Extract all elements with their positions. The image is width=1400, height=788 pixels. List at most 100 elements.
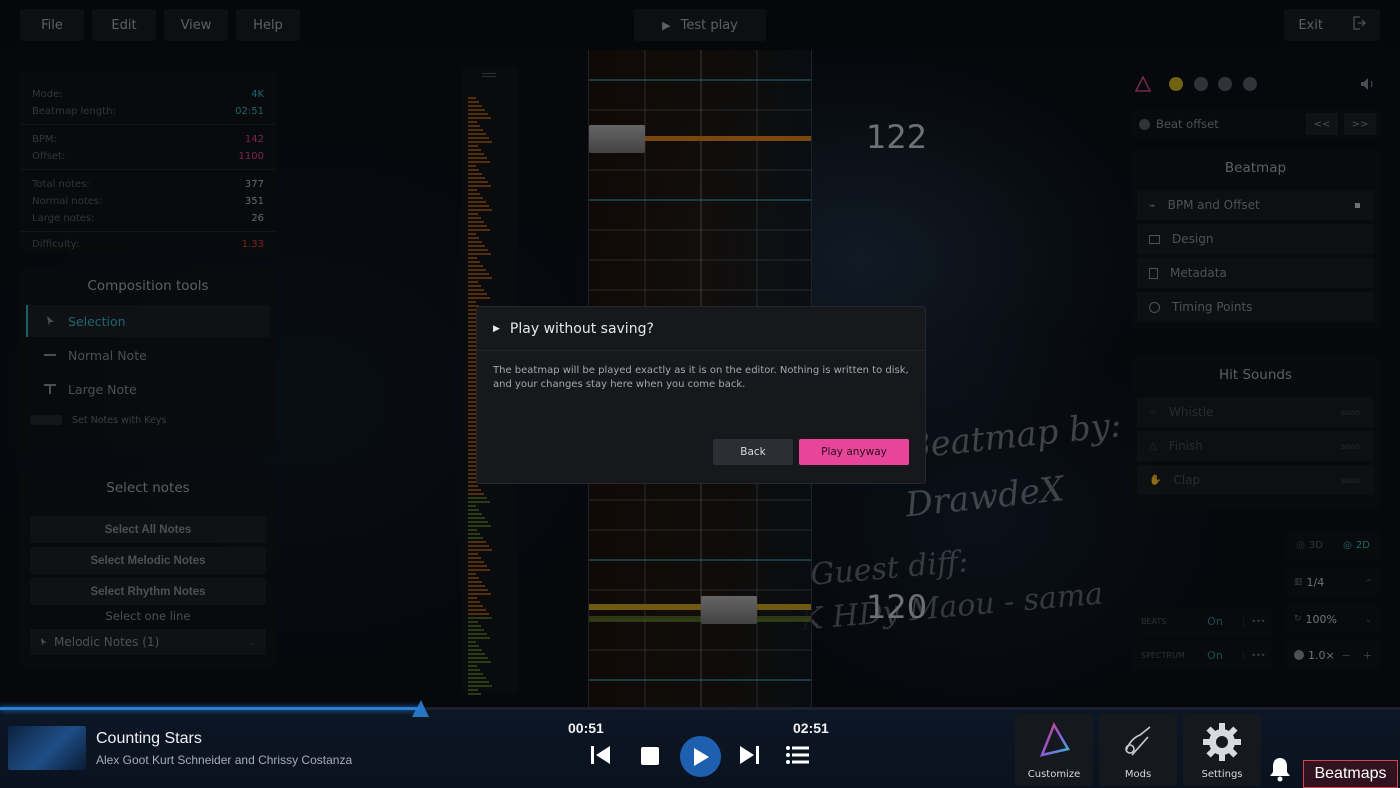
info-row-normal: Normal notes: 351	[20, 193, 276, 210]
progress-marker-icon[interactable]	[409, 698, 431, 723]
play-icon: ▶	[493, 323, 500, 334]
total-label: Total notes:	[32, 179, 90, 190]
difficulty-value: 1.33	[241, 239, 264, 250]
beat-offset-prev-button[interactable]: <<	[1306, 113, 1338, 135]
skip-previous-icon	[591, 746, 610, 764]
bpm-offset-label: BPM and Offset	[1167, 198, 1260, 212]
select-all-notes-button[interactable]: Select All Notes	[30, 516, 266, 543]
large-note[interactable]	[589, 125, 645, 153]
layer-dot-4[interactable]	[1243, 77, 1257, 91]
soon-badge: soon	[1340, 475, 1360, 485]
top-menu-bar: File Edit View Help ▶ Test play Exit	[0, 0, 1400, 50]
zoom-plus-button[interactable]: +	[1363, 649, 1380, 662]
menu-help[interactable]: Help	[236, 9, 300, 41]
bpm-offset-item[interactable]: ⌁ BPM and Offset	[1137, 190, 1374, 220]
large-label: Large notes:	[32, 213, 95, 224]
play-button[interactable]	[680, 736, 721, 777]
beat-offset-next-button[interactable]: >>	[1344, 113, 1376, 135]
tool-large-note[interactable]: Large Note	[26, 373, 270, 405]
zoom-control: 1.0× − +	[1286, 641, 1380, 669]
design-item[interactable]: Design	[1137, 224, 1374, 254]
grid-icon: ▥	[1294, 577, 1303, 587]
large-note[interactable]	[701, 596, 757, 624]
beat-number-top: 122	[866, 118, 928, 156]
dialog-body-line-1: The beatmap will be played exactly as it…	[493, 365, 909, 376]
tool-selection-label: Selection	[68, 313, 126, 329]
total-time: 02:51	[793, 720, 829, 736]
view-2d-button[interactable]: ◎ 2D	[1333, 531, 1380, 559]
info-row-difficulty: Difficulty: 1.33	[20, 236, 276, 253]
info-group-notes: Total notes: 377 Normal notes: 351 Large n…	[20, 174, 276, 232]
customize-button[interactable]: Customize	[1015, 714, 1093, 786]
info-row-mode: Mode: 4K	[20, 86, 276, 103]
clap-label: Clap	[1173, 473, 1201, 487]
timeline-handle[interactable]	[482, 73, 496, 77]
skip-next-button[interactable]	[738, 745, 760, 768]
mods-button[interactable]: Mods	[1099, 714, 1177, 786]
settings-button[interactable]: Settings	[1183, 714, 1261, 786]
whistle-item: ⌯ Whistle soon	[1137, 397, 1374, 427]
composition-tools-title: Composition tools	[87, 278, 209, 294]
metronome-icon: ⌁	[1149, 198, 1156, 212]
spectrum-more-button[interactable]: •••	[1243, 650, 1273, 660]
image-icon	[1149, 234, 1160, 244]
soon-badge: soon	[1340, 441, 1360, 451]
view-3d-button[interactable]: ◎ 3D	[1286, 531, 1333, 559]
tool-normal-note[interactable]: Normal Note	[26, 339, 270, 371]
chevron-down-icon: ⌄	[249, 637, 256, 647]
beatmap-panel: Beatmap ⌁ BPM and Offset Design Metadata…	[1131, 150, 1380, 328]
info-row-length: Beatmap length: 02:51	[20, 103, 276, 120]
speed-dropdown[interactable]: ↻ 100% ⌄	[1286, 605, 1380, 633]
beatmaps-button[interactable]: Beatmaps	[1303, 760, 1398, 788]
exit-icon	[1352, 16, 1366, 34]
test-play-button[interactable]: ▶ Test play	[634, 9, 766, 41]
select-melodic-notes-button[interactable]: Select Melodic Notes	[30, 547, 266, 574]
menu-file[interactable]: File	[20, 9, 84, 41]
notifications-button[interactable]	[1268, 756, 1292, 785]
normal-value: 351	[244, 196, 264, 207]
beats-toggle[interactable]: On	[1187, 615, 1243, 628]
bpm-value: 142	[244, 134, 264, 145]
soon-badge: soon	[1340, 407, 1360, 417]
normal-label: Normal notes:	[32, 196, 103, 207]
menu-edit[interactable]: Edit	[92, 9, 156, 41]
beats-label: BEATS	[1141, 616, 1167, 626]
play-icon: ▶	[662, 18, 671, 32]
dialog-body: The beatmap will be played exactly as it…	[477, 351, 925, 405]
snap-dropdown[interactable]: ▥ 1/4 ^	[1286, 568, 1380, 596]
exit-button[interactable]: Exit	[1284, 9, 1380, 41]
total-value: 377	[244, 179, 264, 190]
zoom-minus-button[interactable]: −	[1342, 649, 1359, 662]
play-icon	[693, 747, 709, 766]
timing-points-item[interactable]: Timing Points	[1137, 292, 1374, 322]
set-notes-keys-toggle[interactable]	[30, 415, 62, 425]
song-progress-bar[interactable]	[0, 707, 1400, 710]
select-rhythm-notes-button[interactable]: Select Rhythm Notes	[30, 578, 266, 605]
metadata-item[interactable]: Metadata	[1137, 258, 1374, 288]
skip-previous-button[interactable]	[590, 745, 612, 768]
info-row-offset: Offset: 1100	[20, 148, 276, 165]
eye-icon: ◎	[1343, 539, 1352, 551]
beats-more-button[interactable]: •••	[1243, 616, 1273, 626]
back-button[interactable]: Back	[713, 439, 793, 465]
tool-normal-note-label: Normal Note	[68, 347, 147, 363]
spectrum-toggle[interactable]: On	[1187, 649, 1243, 662]
playlist-button[interactable]	[786, 745, 810, 768]
menu-view[interactable]: View	[164, 9, 228, 41]
song-progress-fill	[0, 707, 420, 710]
play-anyway-button[interactable]: Play anyway	[799, 439, 909, 465]
active-indicator	[1355, 202, 1360, 208]
tool-selection[interactable]: Selection	[26, 305, 270, 337]
info-row-total: Total notes: 377	[20, 176, 276, 193]
beatmap-info-panel: Mode: 4K Beatmap length: 02:51 BPM: 142 Off…	[20, 72, 276, 252]
difficulty-label: Difficulty:	[32, 239, 80, 250]
view-toggle: ◎ 3D ◎ 2D	[1286, 531, 1380, 559]
layer-dot-1[interactable]	[1169, 77, 1183, 91]
tool-large-note-label: Large Note	[68, 381, 137, 397]
info-row-large: Large notes: 26	[20, 210, 276, 227]
volume-icon[interactable]	[1360, 77, 1376, 94]
layer-dot-2[interactable]	[1194, 77, 1208, 91]
layer-dot-3[interactable]	[1218, 77, 1232, 91]
stop-button[interactable]	[641, 747, 659, 768]
melodic-notes-dropdown[interactable]: Melodic Notes (1) ⌄	[30, 629, 266, 655]
